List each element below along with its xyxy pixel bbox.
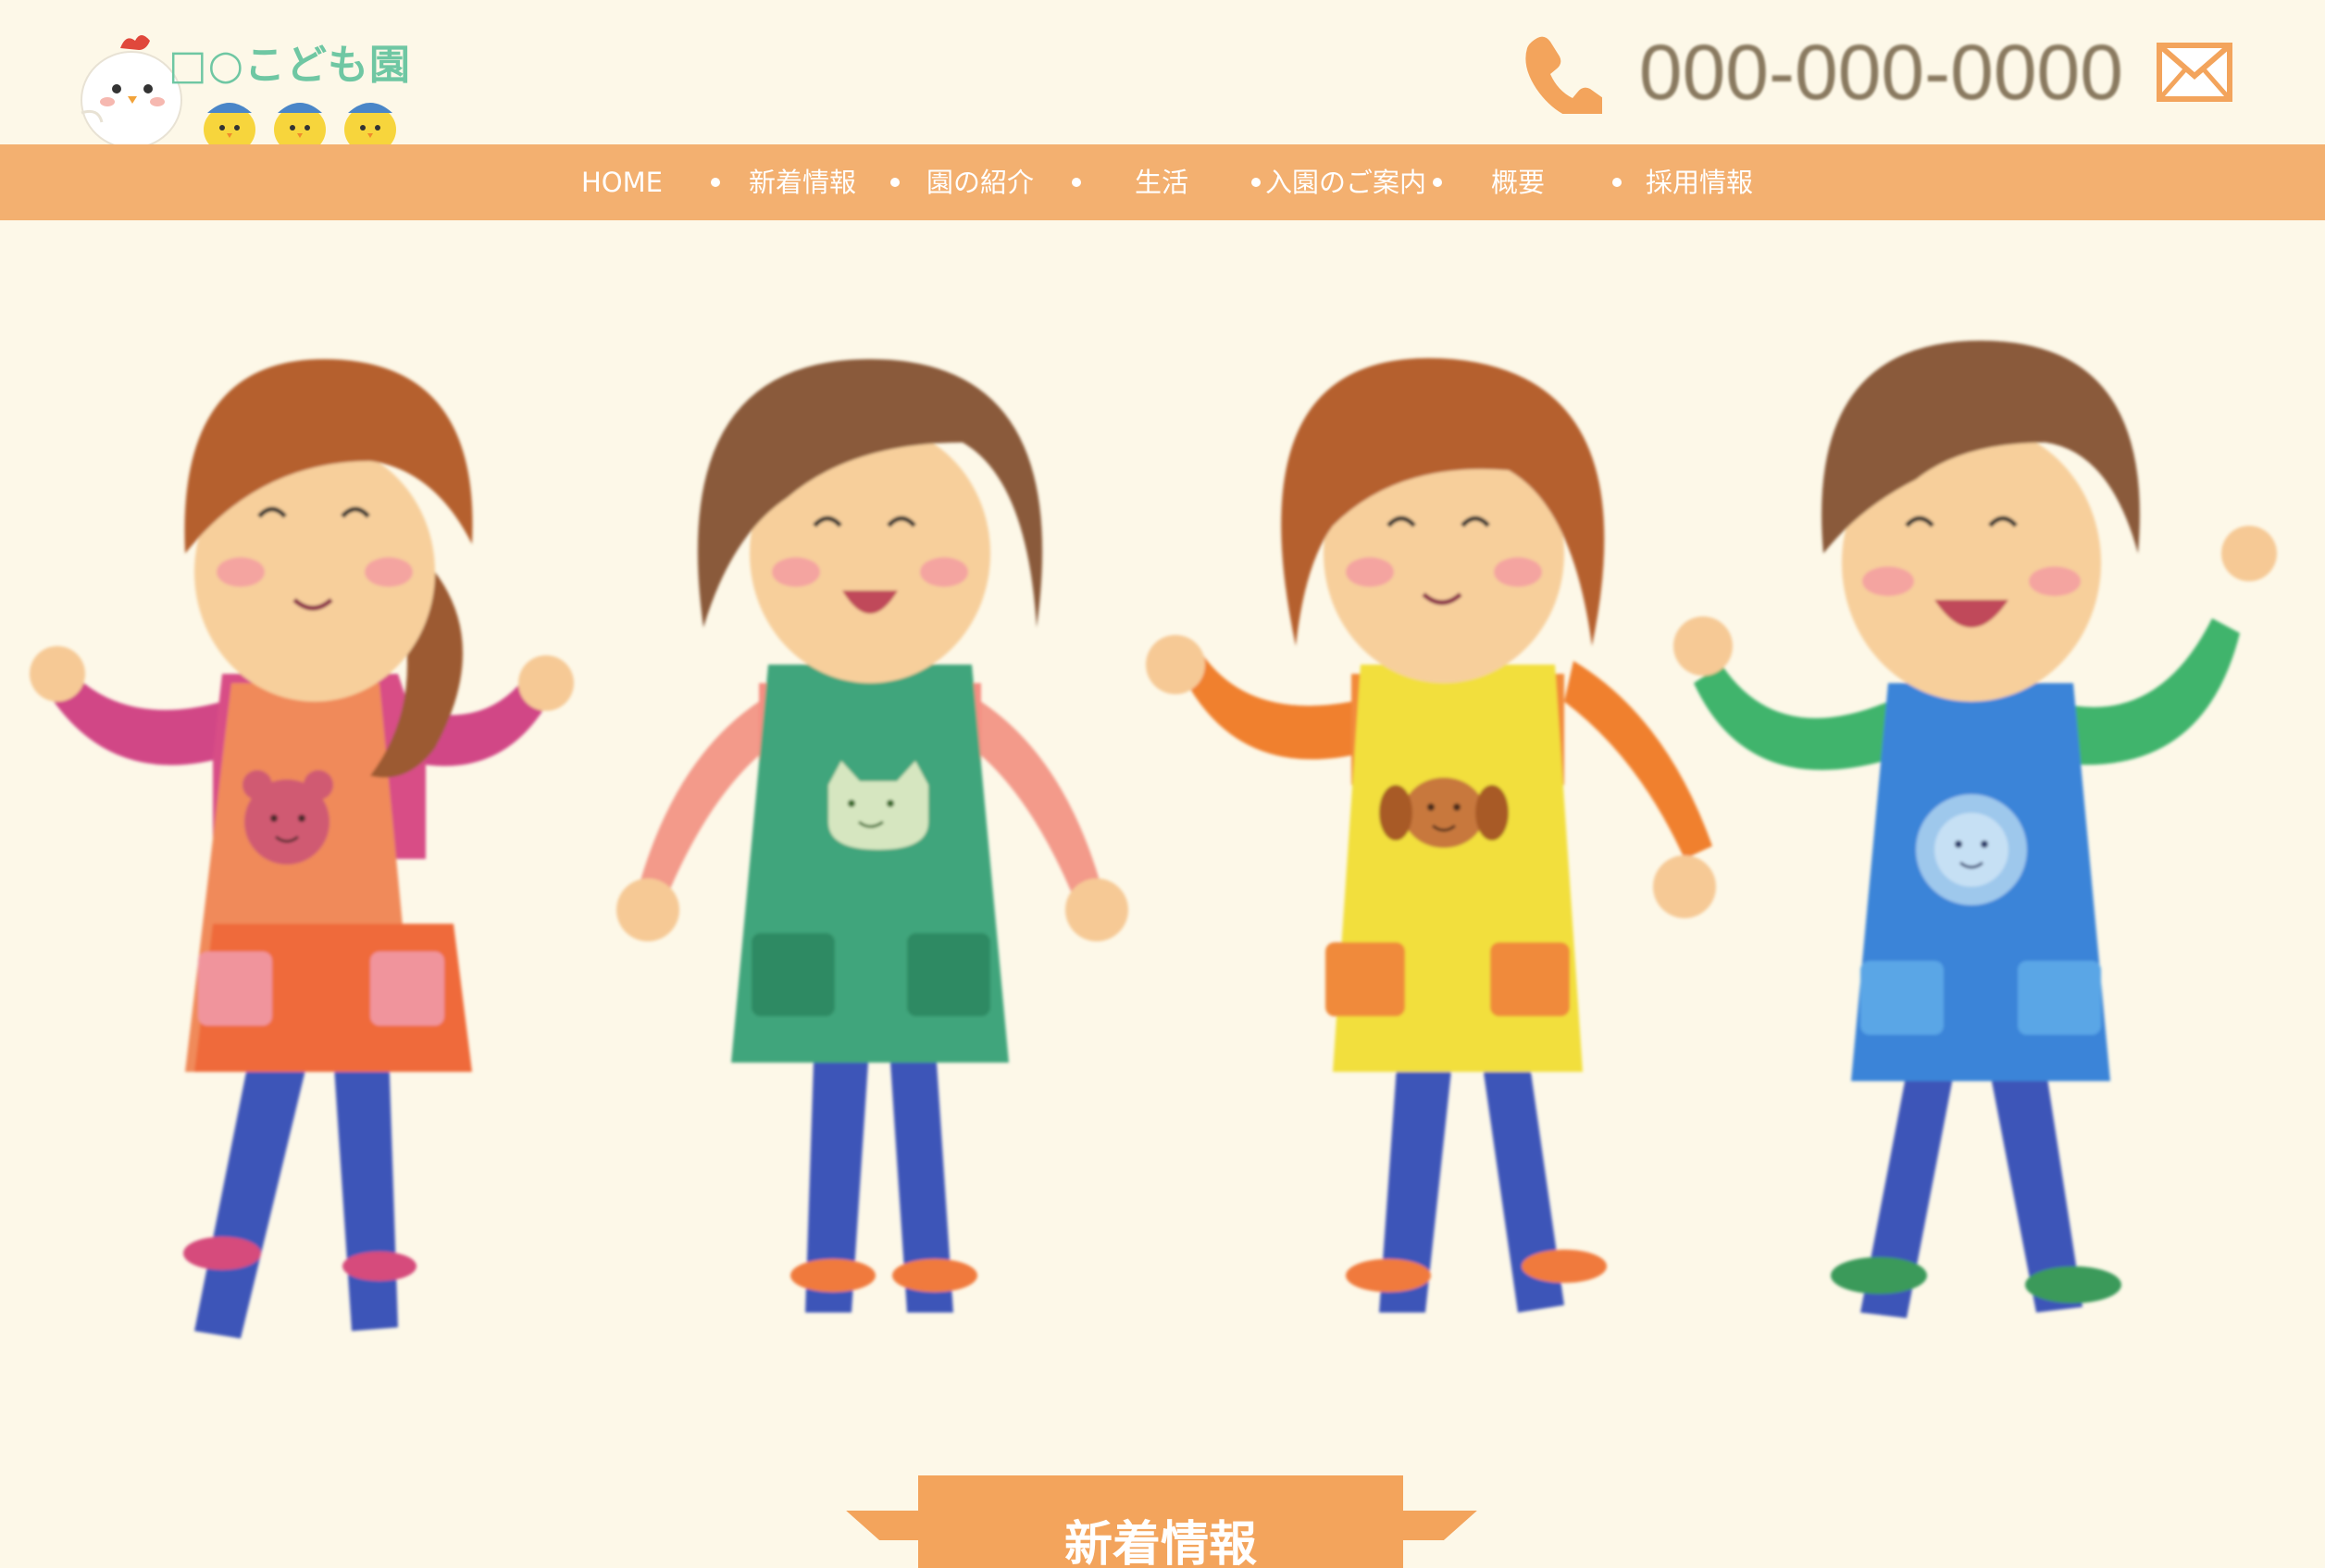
teachers-illustration [30, 341, 2277, 1338]
nav-item-home[interactable]: HOME [555, 144, 689, 220]
site-header: □○こども園 000-000-0000 [0, 0, 2325, 146]
contact-bar: 000-000-0000 [1519, 26, 2232, 118]
news-section-heading: 新着情報 [842, 1475, 1481, 1568]
teacher-dog-apron [1146, 357, 1716, 1313]
nav-separator [1072, 178, 1081, 187]
nav-separator [1433, 178, 1442, 187]
site-title[interactable]: □○こども園 [168, 31, 411, 91]
teacher-bear-apron [30, 359, 574, 1338]
nav-item-admission[interactable]: 入園のご案内 [1261, 144, 1431, 220]
nav-separator [890, 178, 900, 187]
nav-item-news[interactable]: 新着情報 [740, 144, 864, 220]
teacher-lion-apron [1673, 341, 2277, 1318]
nav-separator [1251, 178, 1261, 187]
nav-separator [1612, 178, 1622, 187]
nav-item-daily-life[interactable]: 生活 [1120, 144, 1203, 220]
teacher-cat-apron [616, 359, 1128, 1313]
mail-icon[interactable] [2157, 41, 2232, 104]
nav-item-recruit[interactable]: 採用情報 [1644, 144, 1755, 220]
site-logo[interactable]: □○こども園 [80, 28, 422, 146]
nav-item-about[interactable]: 園の紹介 [920, 144, 1040, 220]
nav-item-overview[interactable]: 概要 [1472, 144, 1564, 220]
hero-illustration [0, 220, 2325, 1442]
main-nav: HOME 新着情報 園の紹介 生活 入園のご案内 概要 採用情報 [0, 144, 2325, 220]
phone-icon[interactable] [1519, 31, 1602, 114]
section-title: 新着情報 [918, 1475, 1403, 1568]
phone-number[interactable]: 000-000-0000 [1639, 28, 2123, 118]
nav-separator [711, 178, 720, 187]
